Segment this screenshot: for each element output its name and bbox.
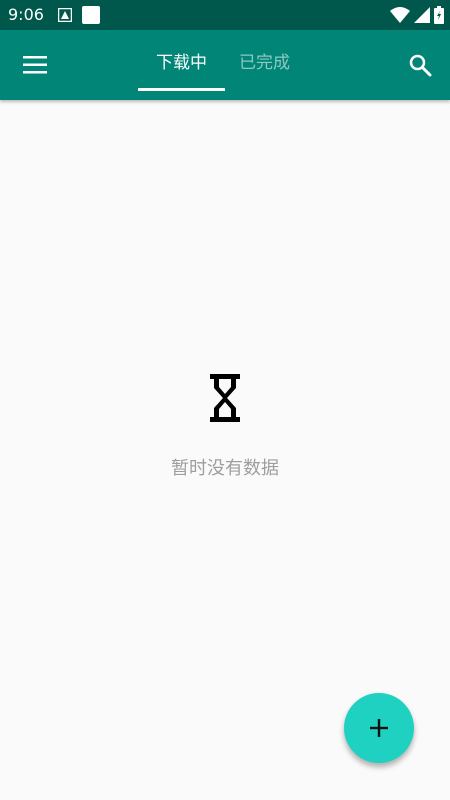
signal-icon [414,7,430,23]
status-bar: 9:06 [0,0,450,30]
status-time: 9:06 [8,5,44,24]
tab-bar: 下载中 已完成 [138,30,304,100]
menu-button[interactable] [14,46,56,84]
empty-state-message: 暂时没有数据 [171,458,279,479]
status-system-icons [390,6,444,24]
wifi-icon [390,7,410,23]
tab-downloading-label: 下载中 [156,52,207,73]
hourglass-icon [210,374,240,422]
empty-state: 暂时没有数据 [0,372,450,480]
notification-a-icon [58,8,72,22]
tab-completed[interactable]: 已完成 [225,30,304,90]
search-button[interactable] [400,46,440,84]
tab-downloading[interactable]: 下载中 [138,30,225,91]
tab-completed-label: 已完成 [239,52,290,73]
tab-indicator [138,88,225,91]
add-download-button[interactable] [344,693,414,763]
plus-icon [370,719,388,737]
app-screen: 9:06 下载中 已完成 暂时没有数据 [0,0,450,800]
battery-icon [434,6,444,24]
status-notification-icons [58,6,100,24]
app-toolbar: 下载中 已完成 [0,30,450,100]
search-icon [409,54,432,77]
hamburger-menu-icon [23,56,47,74]
notification-square-icon [82,6,100,24]
